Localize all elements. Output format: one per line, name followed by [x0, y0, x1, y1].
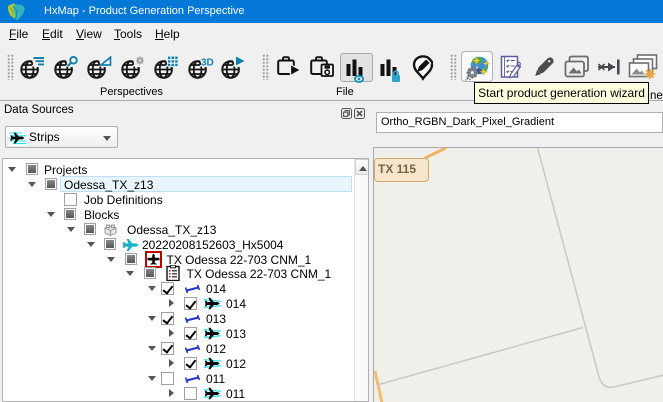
svg-text:3D: 3D	[201, 58, 214, 69]
